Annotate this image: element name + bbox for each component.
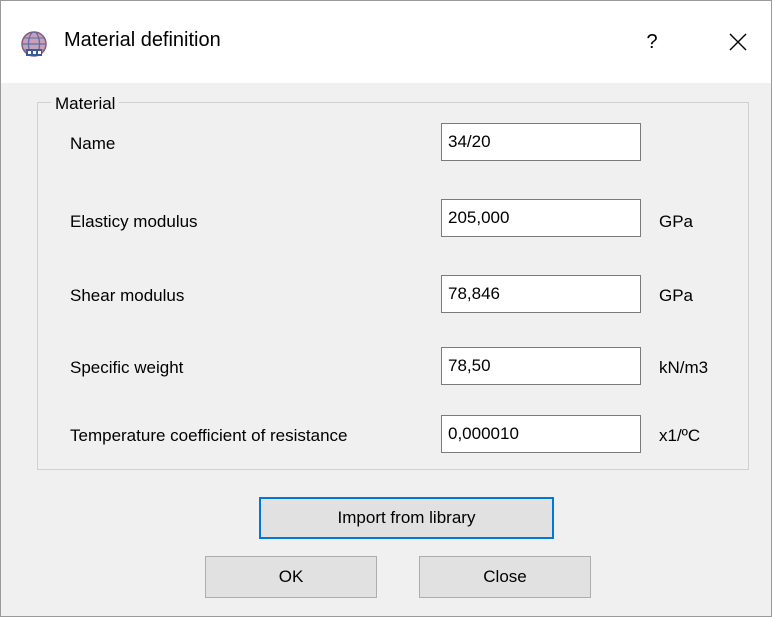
import-from-library-button[interactable]: Import from library xyxy=(259,497,554,539)
shear-modulus-input[interactable] xyxy=(441,275,641,313)
close-button-label: Close xyxy=(483,567,527,586)
material-definition-dialog: Material definition ? Material Name Elas… xyxy=(0,0,772,617)
help-button[interactable]: ? xyxy=(629,19,675,65)
app-globe-icon xyxy=(21,31,47,57)
temperature-coefficient-input[interactable] xyxy=(441,415,641,453)
window-title: Material definition xyxy=(64,29,221,51)
elasticity-modulus-input[interactable] xyxy=(441,199,641,237)
elasticity-modulus-unit: GPa xyxy=(659,212,694,231)
close-icon xyxy=(729,33,747,51)
temperature-coefficient-unit: x1/ºC xyxy=(659,426,701,445)
shear-modulus-label: Shear modulus xyxy=(70,286,185,305)
elasticity-modulus-label: Elasticy modulus xyxy=(70,212,198,231)
shear-modulus-unit: GPa xyxy=(659,286,694,305)
close-button[interactable]: Close xyxy=(419,556,591,598)
temperature-coefficient-label: Temperature coefficient of resistance xyxy=(70,426,348,445)
title-bar: Material definition ? xyxy=(1,1,771,83)
specific-weight-input[interactable] xyxy=(441,347,641,385)
close-window-button[interactable] xyxy=(715,19,761,65)
specific-weight-unit: kN/m3 xyxy=(659,358,709,377)
material-group-legend: Material xyxy=(51,94,120,114)
import-button-label: Import from library xyxy=(337,508,476,527)
name-input[interactable] xyxy=(441,123,641,161)
name-label: Name xyxy=(70,134,116,153)
help-label: ? xyxy=(646,30,658,53)
specific-weight-label: Specific weight xyxy=(70,358,184,377)
ok-button-label: OK xyxy=(278,567,304,586)
ok-button[interactable]: OK xyxy=(205,556,377,598)
